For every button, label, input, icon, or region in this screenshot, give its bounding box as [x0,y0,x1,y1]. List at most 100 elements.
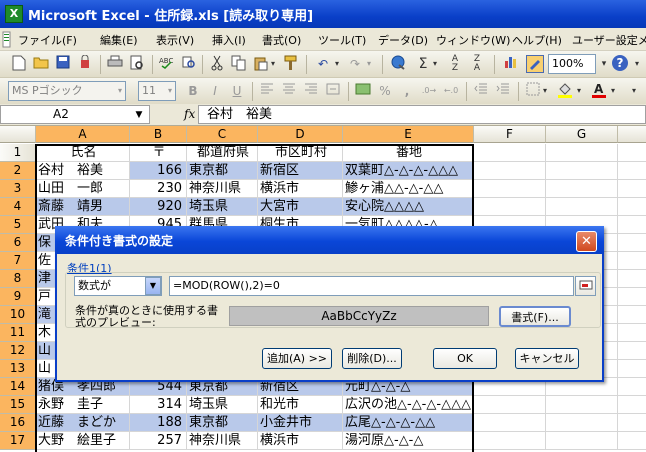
menu-window[interactable]: ウィンドウ(W) [436,32,510,48]
font-color-icon[interactable]: A [590,82,608,100]
cell-f15[interactable] [474,396,546,414]
cell-g2[interactable] [618,162,646,180]
cell-g1[interactable] [618,144,646,162]
borders-dropdown-icon[interactable]: ▾ [540,82,550,100]
chart-wizard-icon[interactable] [502,55,520,73]
font-color-dropdown-icon[interactable]: ▾ [608,82,618,100]
cell-b3[interactable]: 230 [130,180,187,198]
row-header-16[interactable]: 16 [0,414,36,432]
help-icon[interactable]: ? [612,55,628,71]
cancel-button[interactable]: キャンセル [515,348,579,369]
cell-a4[interactable]: 斎藤 靖男 [36,198,130,216]
formula-input[interactable]: 谷村 裕美 [198,105,646,124]
font-name-box[interactable]: MS Pゴシック [8,81,126,101]
cell-g14[interactable] [618,378,646,396]
dialog-title-bar[interactable]: 条件付き書式の設定 ✕ [55,226,604,254]
cell-g17[interactable] [546,432,618,450]
column-title-cell[interactable]: 〒 [130,144,187,162]
cell-g9[interactable] [618,288,646,306]
excel-app-icon[interactable]: X [5,5,23,23]
row-header-15[interactable]: 15 [0,396,36,414]
bold-button[interactable]: B [184,82,202,100]
menu-help[interactable]: ヘルプ(H) [512,32,562,48]
row-header-9[interactable]: 9 [0,288,36,306]
autosum-dropdown-icon[interactable]: ▾ [430,55,440,73]
save-icon[interactable] [54,55,72,73]
align-center-icon[interactable] [280,82,298,100]
cell-f4[interactable] [474,198,546,216]
permission-icon[interactable] [76,54,94,73]
cell-a3[interactable]: 山田 一郎 [36,180,130,198]
cell-g11[interactable] [618,324,646,342]
collapse-dialog-icon[interactable] [575,276,596,296]
cell-f3[interactable] [474,180,546,198]
cell-f2[interactable] [474,162,546,180]
row-header-12[interactable]: 12 [0,342,36,360]
cell-c15[interactable]: 埼玉県 [187,396,258,414]
percent-style-button[interactable]: % [376,82,394,100]
cell-g4[interactable] [546,198,618,216]
new-icon[interactable] [10,55,28,73]
cell-e2[interactable]: 双葉町△-△-△-△△△ [343,162,474,180]
underline-button[interactable]: U [228,82,246,100]
row-header-8[interactable]: 8 [0,270,36,288]
format-painter-icon[interactable] [282,55,300,73]
menu-grip-icon[interactable] [2,31,12,48]
ok-button[interactable]: OK [433,348,497,369]
cell-g4[interactable] [618,198,646,216]
cell-g7[interactable] [618,252,646,270]
column-header-e[interactable]: E [343,126,474,143]
formula-field[interactable]: =MOD(ROW(),2)=0 [169,276,574,296]
column-title-cell[interactable]: 都道府県 [187,144,258,162]
cell-c2[interactable]: 東京都 [187,162,258,180]
decrease-indent-icon[interactable] [472,82,490,100]
cell-g2[interactable] [546,162,618,180]
cut-icon[interactable] [208,55,226,73]
drawing-icon[interactable] [526,55,544,73]
research-icon[interactable] [180,55,198,73]
cell-c3[interactable]: 神奈川県 [187,180,258,198]
cell-b2[interactable]: 166 [130,162,187,180]
fill-color-dropdown-icon[interactable]: ▾ [574,82,584,100]
column-header-a[interactable]: A [36,126,130,143]
undo-icon[interactable]: ↶ [314,55,332,73]
cell-d2[interactable]: 新宿区 [258,162,343,180]
row-header-7[interactable]: 7 [0,252,36,270]
cell-f17[interactable] [474,432,546,450]
cell-f1[interactable] [474,144,546,162]
menu-view[interactable]: 表示(V) [156,32,194,48]
column-header-d[interactable]: D [258,126,343,143]
print-icon[interactable] [106,55,124,73]
undo-dropdown-icon[interactable]: ▾ [332,55,342,73]
cell-c4[interactable]: 埼玉県 [187,198,258,216]
cell-a16[interactable]: 近藤 まどか [36,414,130,432]
cell-g12[interactable] [618,342,646,360]
name-box[interactable]: A2 [0,105,150,124]
cell-b15[interactable]: 314 [130,396,187,414]
menu-insert[interactable]: 挿入(I) [212,32,246,48]
menu-edit[interactable]: 編集(E) [100,32,138,48]
row-header-3[interactable]: 3 [0,180,36,198]
cell-e16[interactable]: 広尾△-△-△-△△ [343,414,474,432]
menu-data[interactable]: データ(D) [378,32,428,48]
align-right-icon[interactable] [302,82,320,100]
row-header-17[interactable]: 17 [0,432,36,450]
column-header-b[interactable]: B [130,126,187,143]
format-button[interactable]: 書式(F)... [499,306,571,327]
cell-d16[interactable]: 小金井市 [258,414,343,432]
dialog-close-button[interactable]: ✕ [576,231,597,252]
menu-file[interactable]: ファイル(F) [18,32,77,48]
redo-icon[interactable]: ↷ [346,55,364,73]
cell-g13[interactable] [618,360,646,378]
column-title-cell[interactable]: 番地 [343,144,474,162]
cell-c17[interactable]: 神奈川県 [187,432,258,450]
column-header-f[interactable]: F [474,126,546,143]
row-header-2[interactable]: 2 [0,162,36,180]
toolbar-options-icon[interactable]: ▾ [628,82,640,100]
cell-g16[interactable] [618,414,646,432]
redo-dropdown-icon[interactable]: ▾ [364,55,374,73]
currency-style-icon[interactable] [354,82,372,100]
row-header-6[interactable]: 6 [0,234,36,252]
menu-tools[interactable]: ツール(T) [318,32,366,48]
add-condition-button[interactable]: 追加(A) >> [262,348,332,369]
